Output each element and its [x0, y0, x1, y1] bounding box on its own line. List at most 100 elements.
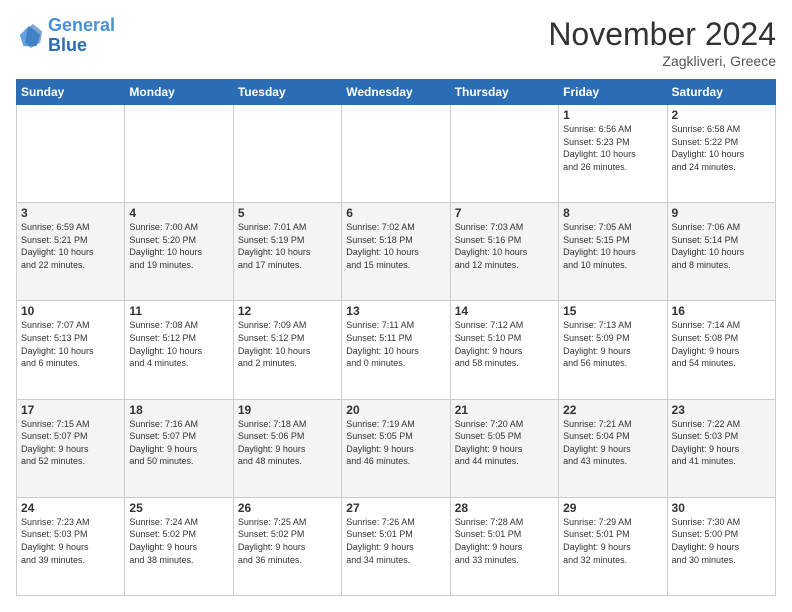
calendar-table: SundayMondayTuesdayWednesdayThursdayFrid… — [16, 79, 776, 596]
calendar-day-cell: 4Sunrise: 7:00 AM Sunset: 5:20 PM Daylig… — [125, 203, 233, 301]
calendar-week-row: 3Sunrise: 6:59 AM Sunset: 5:21 PM Daylig… — [17, 203, 776, 301]
day-info: Sunrise: 7:26 AM Sunset: 5:01 PM Dayligh… — [346, 516, 445, 566]
calendar-day-cell: 13Sunrise: 7:11 AM Sunset: 5:11 PM Dayli… — [342, 301, 450, 399]
day-number: 2 — [672, 108, 771, 122]
calendar-day-cell: 30Sunrise: 7:30 AM Sunset: 5:00 PM Dayli… — [667, 497, 775, 595]
calendar-day-cell: 27Sunrise: 7:26 AM Sunset: 5:01 PM Dayli… — [342, 497, 450, 595]
calendar-week-row: 17Sunrise: 7:15 AM Sunset: 5:07 PM Dayli… — [17, 399, 776, 497]
day-number: 13 — [346, 304, 445, 318]
day-number: 18 — [129, 403, 228, 417]
logo-icon — [16, 22, 44, 50]
logo: General Blue — [16, 16, 115, 56]
day-number: 11 — [129, 304, 228, 318]
weekday-header: Tuesday — [233, 80, 341, 105]
day-info: Sunrise: 6:58 AM Sunset: 5:22 PM Dayligh… — [672, 123, 771, 173]
weekday-header: Wednesday — [342, 80, 450, 105]
day-info: Sunrise: 7:16 AM Sunset: 5:07 PM Dayligh… — [129, 418, 228, 468]
day-info: Sunrise: 7:14 AM Sunset: 5:08 PM Dayligh… — [672, 319, 771, 369]
calendar-day-cell: 1Sunrise: 6:56 AM Sunset: 5:23 PM Daylig… — [559, 105, 667, 203]
day-info: Sunrise: 7:19 AM Sunset: 5:05 PM Dayligh… — [346, 418, 445, 468]
calendar-day-cell: 25Sunrise: 7:24 AM Sunset: 5:02 PM Dayli… — [125, 497, 233, 595]
day-number: 12 — [238, 304, 337, 318]
day-info: Sunrise: 7:30 AM Sunset: 5:00 PM Dayligh… — [672, 516, 771, 566]
calendar-day-cell: 8Sunrise: 7:05 AM Sunset: 5:15 PM Daylig… — [559, 203, 667, 301]
logo-text: General Blue — [48, 16, 115, 56]
calendar-day-cell: 26Sunrise: 7:25 AM Sunset: 5:02 PM Dayli… — [233, 497, 341, 595]
day-number: 17 — [21, 403, 120, 417]
day-info: Sunrise: 7:09 AM Sunset: 5:12 PM Dayligh… — [238, 319, 337, 369]
day-number: 22 — [563, 403, 662, 417]
day-info: Sunrise: 7:22 AM Sunset: 5:03 PM Dayligh… — [672, 418, 771, 468]
calendar-week-row: 1Sunrise: 6:56 AM Sunset: 5:23 PM Daylig… — [17, 105, 776, 203]
calendar-day-cell: 20Sunrise: 7:19 AM Sunset: 5:05 PM Dayli… — [342, 399, 450, 497]
calendar-day-cell: 14Sunrise: 7:12 AM Sunset: 5:10 PM Dayli… — [450, 301, 558, 399]
day-info: Sunrise: 7:15 AM Sunset: 5:07 PM Dayligh… — [21, 418, 120, 468]
calendar-day-cell: 18Sunrise: 7:16 AM Sunset: 5:07 PM Dayli… — [125, 399, 233, 497]
calendar-week-row: 10Sunrise: 7:07 AM Sunset: 5:13 PM Dayli… — [17, 301, 776, 399]
calendar-day-cell: 12Sunrise: 7:09 AM Sunset: 5:12 PM Dayli… — [233, 301, 341, 399]
calendar-day-cell: 11Sunrise: 7:08 AM Sunset: 5:12 PM Dayli… — [125, 301, 233, 399]
calendar-day-cell: 23Sunrise: 7:22 AM Sunset: 5:03 PM Dayli… — [667, 399, 775, 497]
day-info: Sunrise: 7:01 AM Sunset: 5:19 PM Dayligh… — [238, 221, 337, 271]
day-number: 27 — [346, 501, 445, 515]
day-info: Sunrise: 7:02 AM Sunset: 5:18 PM Dayligh… — [346, 221, 445, 271]
day-info: Sunrise: 7:05 AM Sunset: 5:15 PM Dayligh… — [563, 221, 662, 271]
day-number: 15 — [563, 304, 662, 318]
calendar-day-cell — [342, 105, 450, 203]
day-number: 9 — [672, 206, 771, 220]
logo-blue: Blue — [48, 35, 87, 55]
calendar-day-cell: 29Sunrise: 7:29 AM Sunset: 5:01 PM Dayli… — [559, 497, 667, 595]
day-info: Sunrise: 7:24 AM Sunset: 5:02 PM Dayligh… — [129, 516, 228, 566]
header: General Blue November 2024 Zagkliveri, G… — [16, 16, 776, 69]
calendar-day-cell: 7Sunrise: 7:03 AM Sunset: 5:16 PM Daylig… — [450, 203, 558, 301]
calendar-day-cell: 9Sunrise: 7:06 AM Sunset: 5:14 PM Daylig… — [667, 203, 775, 301]
day-info: Sunrise: 6:59 AM Sunset: 5:21 PM Dayligh… — [21, 221, 120, 271]
day-info: Sunrise: 7:20 AM Sunset: 5:05 PM Dayligh… — [455, 418, 554, 468]
calendar-day-cell — [17, 105, 125, 203]
day-number: 4 — [129, 206, 228, 220]
day-info: Sunrise: 7:06 AM Sunset: 5:14 PM Dayligh… — [672, 221, 771, 271]
calendar-day-cell: 24Sunrise: 7:23 AM Sunset: 5:03 PM Dayli… — [17, 497, 125, 595]
logo-general: General — [48, 15, 115, 35]
day-info: Sunrise: 7:07 AM Sunset: 5:13 PM Dayligh… — [21, 319, 120, 369]
calendar-day-cell: 17Sunrise: 7:15 AM Sunset: 5:07 PM Dayli… — [17, 399, 125, 497]
day-info: Sunrise: 7:21 AM Sunset: 5:04 PM Dayligh… — [563, 418, 662, 468]
title-block: November 2024 Zagkliveri, Greece — [548, 16, 776, 69]
day-number: 14 — [455, 304, 554, 318]
day-info: Sunrise: 6:56 AM Sunset: 5:23 PM Dayligh… — [563, 123, 662, 173]
day-number: 26 — [238, 501, 337, 515]
day-info: Sunrise: 7:12 AM Sunset: 5:10 PM Dayligh… — [455, 319, 554, 369]
day-info: Sunrise: 7:03 AM Sunset: 5:16 PM Dayligh… — [455, 221, 554, 271]
day-number: 21 — [455, 403, 554, 417]
calendar-day-cell: 5Sunrise: 7:01 AM Sunset: 5:19 PM Daylig… — [233, 203, 341, 301]
calendar-day-cell: 28Sunrise: 7:28 AM Sunset: 5:01 PM Dayli… — [450, 497, 558, 595]
day-info: Sunrise: 7:13 AM Sunset: 5:09 PM Dayligh… — [563, 319, 662, 369]
calendar-day-cell: 19Sunrise: 7:18 AM Sunset: 5:06 PM Dayli… — [233, 399, 341, 497]
day-number: 16 — [672, 304, 771, 318]
day-number: 29 — [563, 501, 662, 515]
calendar-day-cell: 15Sunrise: 7:13 AM Sunset: 5:09 PM Dayli… — [559, 301, 667, 399]
calendar-day-cell: 3Sunrise: 6:59 AM Sunset: 5:21 PM Daylig… — [17, 203, 125, 301]
day-number: 10 — [21, 304, 120, 318]
day-number: 28 — [455, 501, 554, 515]
weekday-header: Sunday — [17, 80, 125, 105]
day-number: 7 — [455, 206, 554, 220]
day-info: Sunrise: 7:23 AM Sunset: 5:03 PM Dayligh… — [21, 516, 120, 566]
calendar-day-cell: 2Sunrise: 6:58 AM Sunset: 5:22 PM Daylig… — [667, 105, 775, 203]
calendar-week-row: 24Sunrise: 7:23 AM Sunset: 5:03 PM Dayli… — [17, 497, 776, 595]
weekday-header: Saturday — [667, 80, 775, 105]
calendar-day-cell: 6Sunrise: 7:02 AM Sunset: 5:18 PM Daylig… — [342, 203, 450, 301]
weekday-header: Friday — [559, 80, 667, 105]
calendar-day-cell — [233, 105, 341, 203]
day-info: Sunrise: 7:00 AM Sunset: 5:20 PM Dayligh… — [129, 221, 228, 271]
calendar-day-cell: 21Sunrise: 7:20 AM Sunset: 5:05 PM Dayli… — [450, 399, 558, 497]
day-number: 5 — [238, 206, 337, 220]
weekday-header: Monday — [125, 80, 233, 105]
day-info: Sunrise: 7:18 AM Sunset: 5:06 PM Dayligh… — [238, 418, 337, 468]
day-number: 6 — [346, 206, 445, 220]
day-info: Sunrise: 7:29 AM Sunset: 5:01 PM Dayligh… — [563, 516, 662, 566]
calendar-day-cell — [450, 105, 558, 203]
day-number: 8 — [563, 206, 662, 220]
day-number: 19 — [238, 403, 337, 417]
calendar-day-cell: 10Sunrise: 7:07 AM Sunset: 5:13 PM Dayli… — [17, 301, 125, 399]
